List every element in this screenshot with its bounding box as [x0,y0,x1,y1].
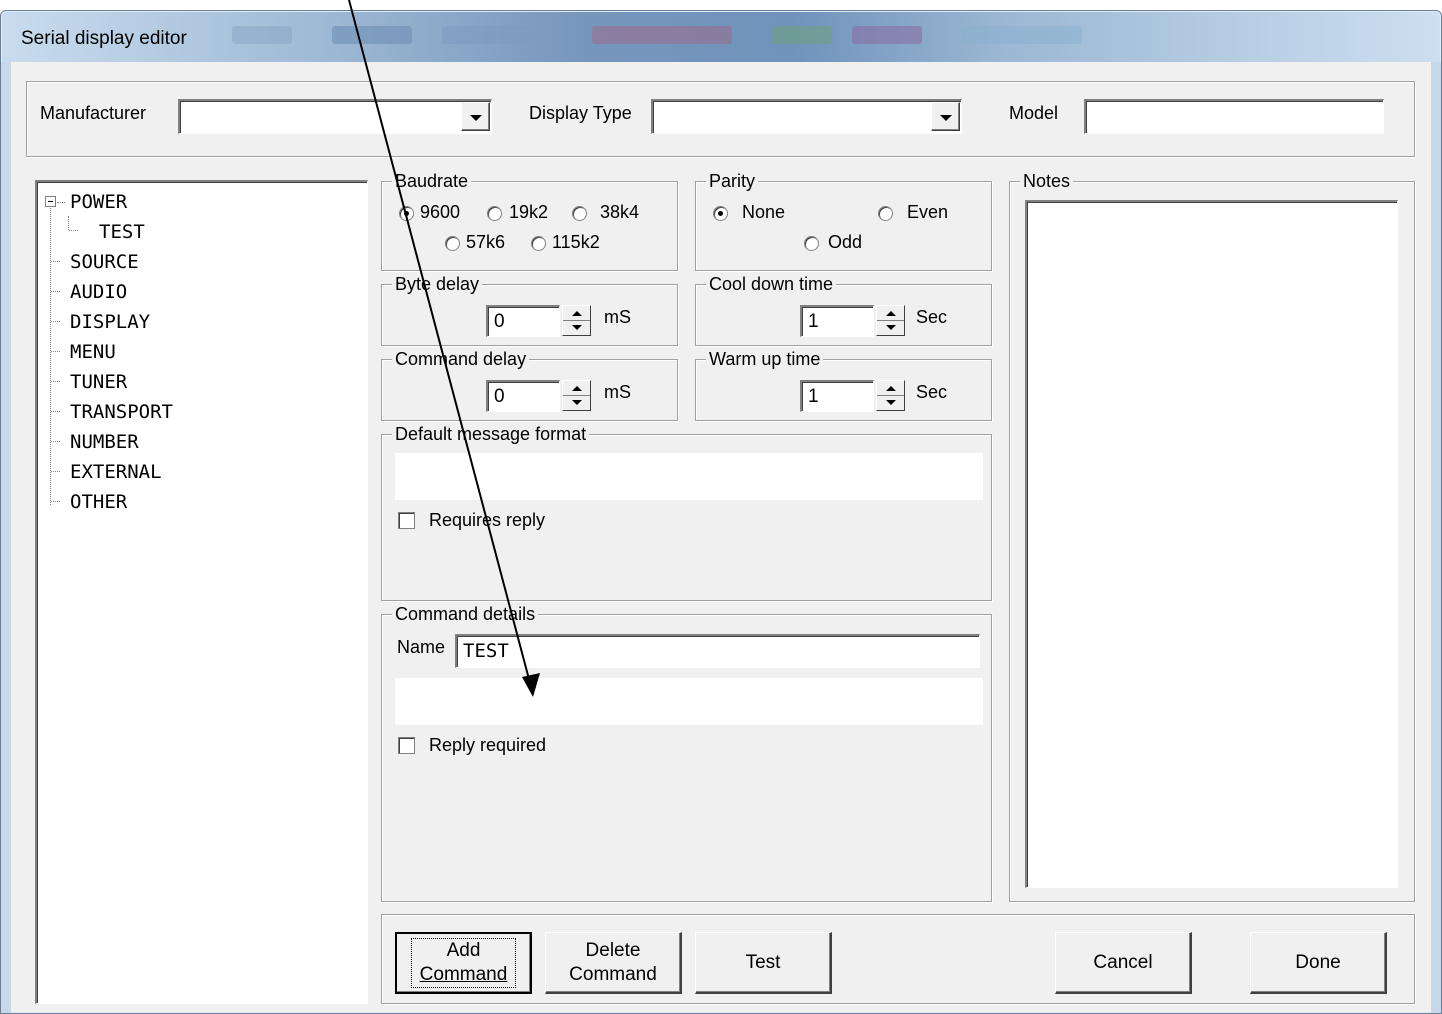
annotation-arrow [348,0,540,697]
annotation-arrowhead [522,673,540,697]
annotation-arrow-line [348,0,531,684]
